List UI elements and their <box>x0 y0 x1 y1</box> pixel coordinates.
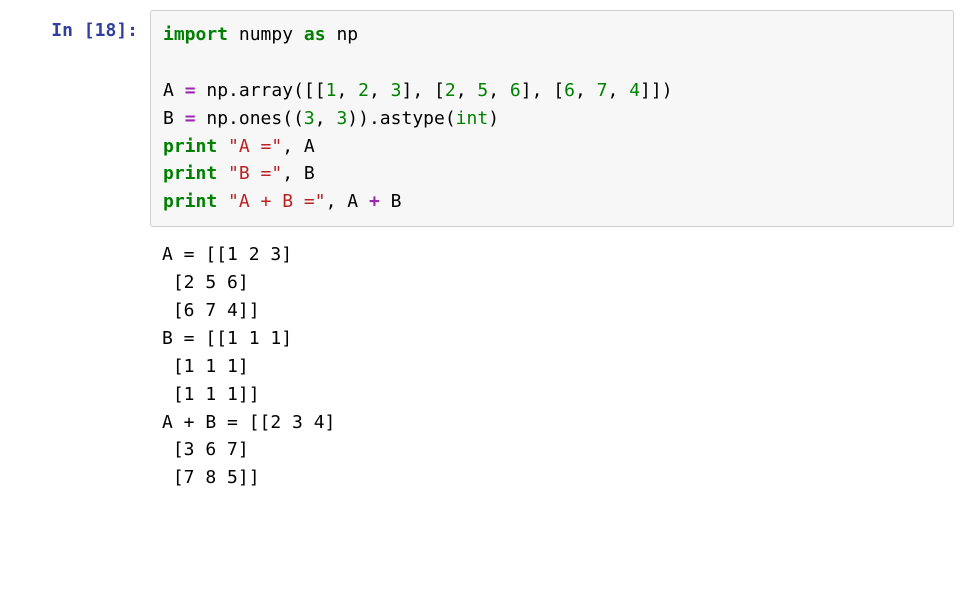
out-line: [2 5 6] <box>162 272 249 293</box>
kw-print: print <box>163 163 217 184</box>
sp <box>228 24 239 45</box>
kw-print: print <box>163 191 217 212</box>
out-line: [7 8 5]] <box>162 467 260 488</box>
code-output: A = [[1 2 3] [2 5 6] [6 7 4]] B = [[1 1 … <box>150 241 954 492</box>
op-plus: + <box>369 191 380 212</box>
str-ab: "A + B =" <box>228 191 326 212</box>
sp <box>293 24 304 45</box>
alias-np: np <box>336 24 358 45</box>
kw-print: print <box>163 136 217 157</box>
sp <box>196 80 207 101</box>
n4: 4 <box>629 80 640 101</box>
sp <box>358 191 369 212</box>
rparen: ) <box>488 108 499 129</box>
str-b: "B =" <box>228 163 282 184</box>
n1: 1 <box>326 80 337 101</box>
output-row: A = [[1 2 3] [2 5 6] [6 7 4]] B = [[1 1 … <box>20 241 954 492</box>
sp <box>217 191 228 212</box>
sp <box>196 108 207 129</box>
n3: 3 <box>391 80 402 101</box>
out-line: [3 6 7] <box>162 439 249 460</box>
sp <box>217 163 228 184</box>
sp <box>380 191 391 212</box>
comma: , <box>282 136 304 157</box>
code-cell: In [18]: import numpy as np A = np.array… <box>20 10 954 227</box>
var-a: A <box>163 80 174 101</box>
n6: 6 <box>564 80 575 101</box>
var-a: A <box>347 191 358 212</box>
builtin-int: int <box>456 108 489 129</box>
np-ones: np.ones(( <box>206 108 304 129</box>
comma: , <box>336 80 358 101</box>
input-prompt: In [18]: <box>20 10 150 41</box>
var-a: A <box>304 136 315 157</box>
br: ], [ <box>402 80 445 101</box>
out-line: A + B = [[2 3 4] <box>162 412 335 433</box>
comma: , <box>315 108 337 129</box>
comma: , <box>282 163 304 184</box>
n5: 5 <box>477 80 488 101</box>
code-input[interactable]: import numpy as np A = np.array([[1, 2, … <box>150 10 954 227</box>
sp <box>217 136 228 157</box>
out-line: B = [[1 1 1] <box>162 328 292 349</box>
ones-close: )).astype( <box>347 108 455 129</box>
sp <box>326 24 337 45</box>
out-line: [6 7 4]] <box>162 300 260 321</box>
np-array: np.array([[ <box>206 80 325 101</box>
n3: 3 <box>336 108 347 129</box>
op-eq: = <box>185 108 196 129</box>
comma: , <box>575 80 597 101</box>
comma: , <box>326 191 348 212</box>
comma: , <box>456 80 478 101</box>
out-line: [1 1 1]] <box>162 384 260 405</box>
str-a: "A =" <box>228 136 282 157</box>
n2: 2 <box>445 80 456 101</box>
sp <box>174 108 185 129</box>
close: ]]) <box>640 80 673 101</box>
n2: 2 <box>358 80 369 101</box>
var-b: B <box>163 108 174 129</box>
var-b: B <box>304 163 315 184</box>
kw-as: as <box>304 24 326 45</box>
comma: , <box>608 80 630 101</box>
out-line: A = [[1 2 3] <box>162 244 292 265</box>
op-eq: = <box>185 80 196 101</box>
var-b: B <box>391 191 402 212</box>
mod-numpy: numpy <box>239 24 293 45</box>
out-line: [1 1 1] <box>162 356 249 377</box>
n7: 7 <box>597 80 608 101</box>
n3: 3 <box>304 108 315 129</box>
br: ], [ <box>521 80 564 101</box>
kw-import: import <box>163 24 228 45</box>
sp <box>174 80 185 101</box>
comma: , <box>369 80 391 101</box>
n6: 6 <box>510 80 521 101</box>
comma: , <box>488 80 510 101</box>
